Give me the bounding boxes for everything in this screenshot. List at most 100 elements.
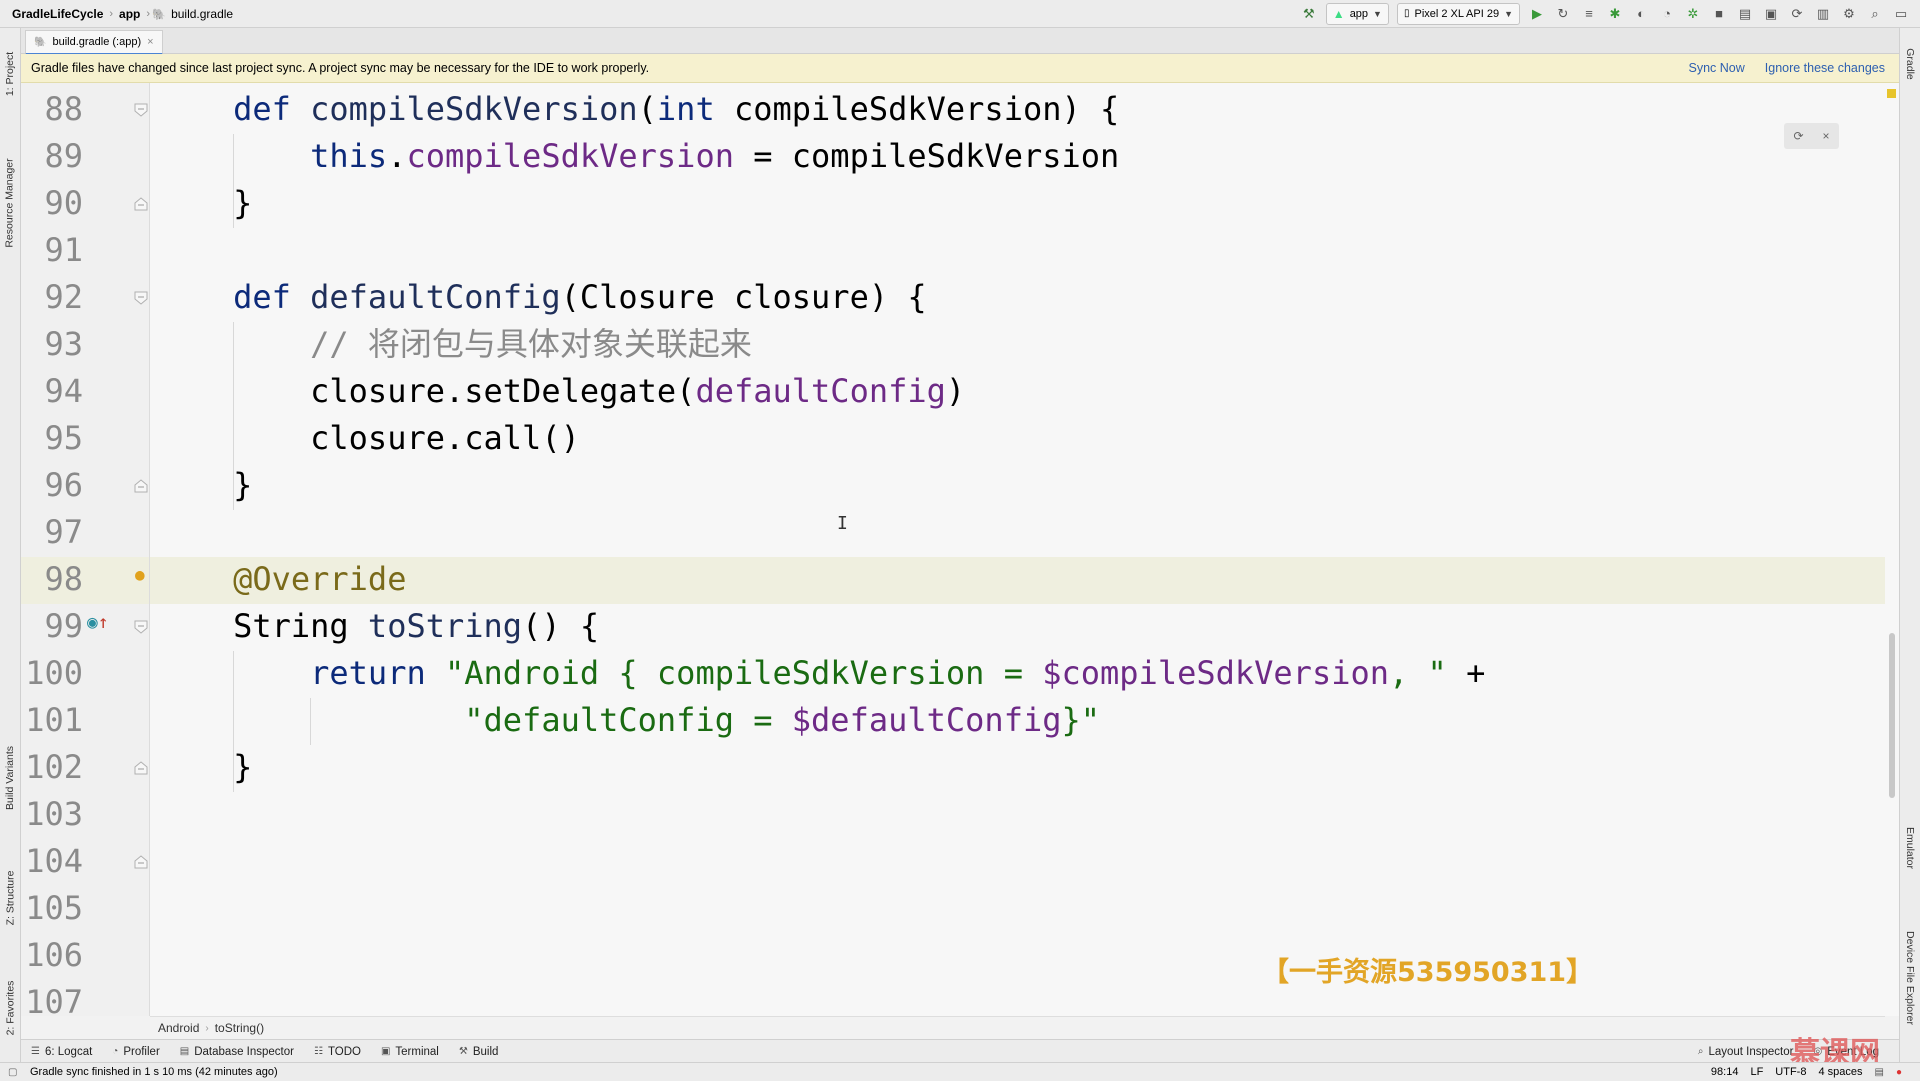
code-line[interactable]: } bbox=[156, 747, 252, 787]
stop-icon[interactable]: ■ bbox=[1708, 4, 1730, 24]
tool-tab-structure[interactable]: Z: Structure bbox=[0, 848, 20, 948]
line-number[interactable]: 93 bbox=[21, 324, 83, 364]
warning-marker-icon[interactable] bbox=[1887, 89, 1896, 98]
tool-tab-favorites[interactable]: 2: Favorites bbox=[0, 958, 20, 1058]
line-number[interactable]: 105 bbox=[21, 888, 83, 928]
line-number[interactable]: 94 bbox=[21, 371, 83, 411]
code-line[interactable]: } bbox=[156, 183, 252, 223]
editor-scrollbar[interactable] bbox=[1885, 83, 1899, 1016]
tool-windows-toggle-icon[interactable]: ▢ bbox=[8, 1067, 17, 1078]
error-indicator-icon[interactable]: ● bbox=[1896, 1067, 1902, 1078]
fold-open-icon[interactable] bbox=[134, 620, 148, 634]
caret-position[interactable]: 98:14 bbox=[1711, 1066, 1739, 1078]
editor-breadcrumb-item[interactable]: Android bbox=[150, 1021, 199, 1035]
avd-manager-icon[interactable]: ▣ bbox=[1760, 4, 1782, 24]
fold-close-icon[interactable] bbox=[134, 761, 148, 775]
status-message[interactable]: Gradle sync finished in 1 s 10 ms (42 mi… bbox=[0, 1066, 278, 1078]
tool-window-layout-inspector[interactable]: ⌕ Layout Inspector bbox=[1688, 1046, 1804, 1058]
assistant-icon[interactable]: ⚙ bbox=[1838, 4, 1860, 24]
line-separator[interactable]: LF bbox=[1750, 1066, 1763, 1078]
code-line[interactable]: this.compileSdkVersion = compileSdkVersi… bbox=[156, 136, 1119, 176]
line-number[interactable]: 100 bbox=[21, 653, 83, 693]
profile-icon[interactable]: ◐ bbox=[1630, 4, 1652, 24]
make-project-hammer-icon[interactable]: ⚒ bbox=[1298, 4, 1320, 24]
code-editor[interactable]: def compileSdkVersion(int compileSdkVers… bbox=[150, 83, 1885, 1016]
window-icon[interactable]: ▭ bbox=[1890, 4, 1912, 24]
fold-open-icon[interactable] bbox=[134, 291, 148, 305]
attach-debugger-icon[interactable]: ◔ bbox=[1656, 4, 1678, 24]
apply-changes-restart-icon[interactable]: ↻ bbox=[1552, 4, 1574, 24]
breadcrumb-project[interactable]: GradleLifeCycle bbox=[0, 7, 107, 21]
line-number[interactable]: 103 bbox=[21, 794, 83, 834]
code-line[interactable]: closure.call() bbox=[156, 418, 580, 458]
file-encoding[interactable]: UTF-8 bbox=[1775, 1066, 1806, 1078]
intention-bulb-icon[interactable]: ● bbox=[135, 565, 145, 584]
overrides-method-icon[interactable]: ◉↑ bbox=[87, 612, 109, 633]
code-line[interactable]: } bbox=[156, 465, 252, 505]
breadcrumb-module[interactable]: app bbox=[115, 7, 144, 21]
tool-tab-emulator[interactable]: Emulator bbox=[1900, 798, 1920, 898]
tool-window-todo[interactable]: ☷ TODO bbox=[304, 1046, 371, 1058]
line-number[interactable]: 89 bbox=[21, 136, 83, 176]
line-number[interactable]: 95 bbox=[21, 418, 83, 458]
line-number[interactable]: 92 bbox=[21, 277, 83, 317]
line-number[interactable]: 104 bbox=[21, 841, 83, 881]
line-number[interactable]: 98 bbox=[21, 559, 83, 599]
sdk-manager-icon[interactable]: ▥ bbox=[1812, 4, 1834, 24]
tool-tab-project[interactable]: 1: Project bbox=[0, 34, 20, 114]
tool-window-terminal[interactable]: ▣ Terminal bbox=[371, 1046, 449, 1058]
tool-window-profiler[interactable]: ◔ Profiler bbox=[102, 1046, 169, 1058]
debug-icon[interactable]: ✱ bbox=[1604, 4, 1626, 24]
line-number[interactable]: 101 bbox=[21, 700, 83, 740]
close-icon[interactable]: × bbox=[147, 36, 153, 48]
run-configuration-select[interactable]: ▲ app ▼ bbox=[1325, 2, 1389, 25]
line-number[interactable]: 88 bbox=[21, 89, 83, 129]
fold-close-icon[interactable] bbox=[134, 479, 148, 493]
line-number[interactable]: 99 bbox=[21, 606, 83, 646]
line-number[interactable]: 102 bbox=[21, 747, 83, 787]
line-number[interactable]: 106 bbox=[21, 935, 83, 975]
chevron-right-icon: › bbox=[109, 7, 114, 20]
lock-icon[interactable]: ▤ bbox=[1875, 1067, 1884, 1078]
run-tests-icon[interactable]: ✲ bbox=[1682, 4, 1704, 24]
close-icon[interactable]: × bbox=[1822, 129, 1829, 143]
line-number[interactable]: 90 bbox=[21, 183, 83, 223]
fold-open-icon[interactable] bbox=[134, 103, 148, 117]
code-line[interactable]: closure.setDelegate(defaultConfig) bbox=[156, 371, 965, 411]
indent-setting[interactable]: 4 spaces bbox=[1818, 1066, 1862, 1078]
code-line[interactable]: def compileSdkVersion(int compileSdkVers… bbox=[156, 89, 1119, 129]
tool-tab-device-file-explorer[interactable]: Device File Explorer bbox=[1900, 908, 1920, 1048]
breadcrumb-file[interactable]: build.gradle bbox=[167, 7, 237, 21]
editor-breadcrumb-item[interactable]: toString() bbox=[215, 1021, 264, 1035]
tool-window-logcat[interactable]: ☰ 6: Logcat bbox=[21, 1046, 102, 1058]
fold-close-icon[interactable] bbox=[134, 197, 148, 211]
device-select[interactable]: ▯ Pixel 2 XL API 29 ▼ bbox=[1396, 2, 1520, 25]
editor-tab-label: build.gradle (:app) bbox=[52, 36, 142, 48]
line-number[interactable]: 97 bbox=[21, 512, 83, 552]
apply-code-changes-icon[interactable]: ≡ bbox=[1578, 4, 1600, 24]
code-line[interactable]: @Override bbox=[156, 559, 406, 599]
tool-tab-resource-manager[interactable]: Resource Manager bbox=[0, 128, 20, 278]
tool-window-database-inspector[interactable]: ▤ Database Inspector bbox=[170, 1046, 304, 1058]
tool-window-build[interactable]: ⚒ Build bbox=[449, 1046, 509, 1058]
code-line[interactable]: return "Android { compileSdkVersion = $c… bbox=[156, 653, 1485, 693]
code-line[interactable]: def defaultConfig(Closure closure) { bbox=[156, 277, 927, 317]
ignore-changes-link[interactable]: Ignore these changes bbox=[1765, 61, 1885, 75]
sync-now-link[interactable]: Sync Now bbox=[1688, 61, 1744, 75]
code-line[interactable]: "defaultConfig = $defaultConfig}" bbox=[156, 700, 1100, 740]
code-line[interactable]: String toString() { bbox=[156, 606, 599, 646]
scrollbar-thumb[interactable] bbox=[1889, 633, 1895, 798]
tool-tab-gradle[interactable]: Gradle bbox=[1900, 34, 1920, 94]
sync-gradle-icon[interactable]: ⟳ bbox=[1786, 4, 1808, 24]
search-icon[interactable]: ⌕ bbox=[1864, 4, 1886, 24]
sync-elephant-icon[interactable]: ⟳ bbox=[1793, 129, 1803, 143]
project-structure-icon[interactable]: ▤ bbox=[1734, 4, 1756, 24]
line-number[interactable]: 107 bbox=[21, 982, 83, 1016]
editor-tab-build-gradle[interactable]: 🐘 build.gradle (:app) × bbox=[25, 30, 163, 55]
run-icon[interactable]: ▶ bbox=[1526, 4, 1548, 24]
line-number[interactable]: 96 bbox=[21, 465, 83, 505]
fold-close-icon[interactable] bbox=[134, 855, 148, 869]
line-number[interactable]: 91 bbox=[21, 230, 83, 270]
tool-tab-build-variants[interactable]: Build Variants bbox=[0, 718, 20, 838]
code-line[interactable]: // 将闭包与具体对象关联起来 bbox=[156, 324, 752, 364]
